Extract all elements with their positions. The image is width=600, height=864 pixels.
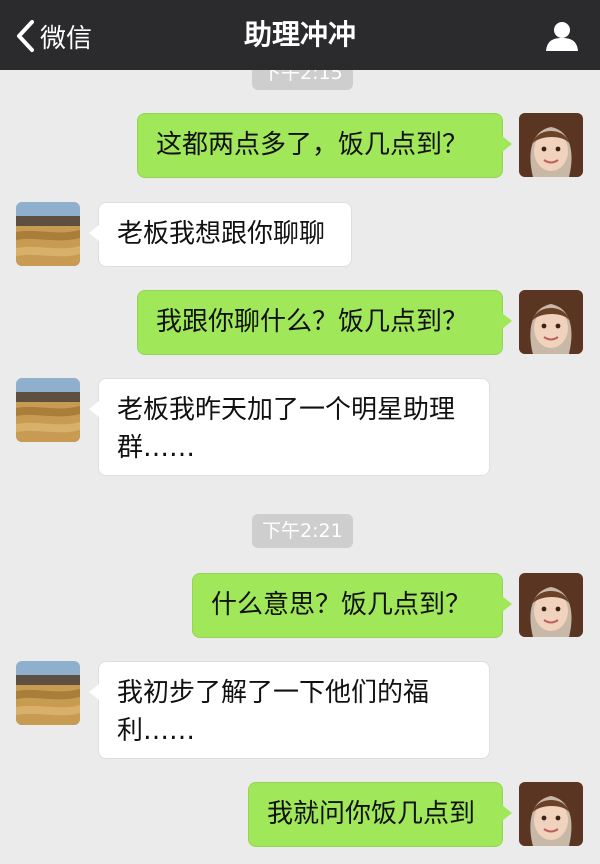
message-bubble[interactable]: 老板我昨天加了一个明星助理群…… [89, 378, 490, 476]
chat-header: 微信 助理冲冲 [0, 0, 600, 70]
avatar-self[interactable] [519, 113, 583, 177]
avatar-contact[interactable] [16, 202, 80, 266]
profile-button[interactable] [544, 20, 580, 52]
avatar-self[interactable] [519, 573, 583, 637]
message-bubble[interactable]: 我跟你聊什么？饭几点到？ [137, 290, 512, 355]
message-bubble[interactable]: 这都两点多了，饭几点到？ [137, 113, 512, 178]
avatar-self[interactable] [519, 782, 583, 846]
message-bubble[interactable]: 什么意思？饭几点到？ [192, 573, 512, 638]
timestamp: 下午2:21 [252, 514, 353, 548]
avatar-contact[interactable] [16, 378, 80, 442]
message-bubble[interactable]: 老板我想跟你聊聊 [89, 202, 352, 267]
message-bubble[interactable]: 我初步了解了一下他们的福利…… [89, 661, 490, 759]
avatar-self[interactable] [519, 290, 583, 354]
person-icon [544, 22, 580, 56]
avatar-contact[interactable] [16, 661, 80, 725]
back-label: 微信 [40, 23, 93, 54]
chevron-left-icon [14, 19, 36, 53]
back-button[interactable]: 微信 [14, 16, 92, 56]
message-bubble[interactable]: 我就问你饭几点到 [248, 782, 512, 847]
